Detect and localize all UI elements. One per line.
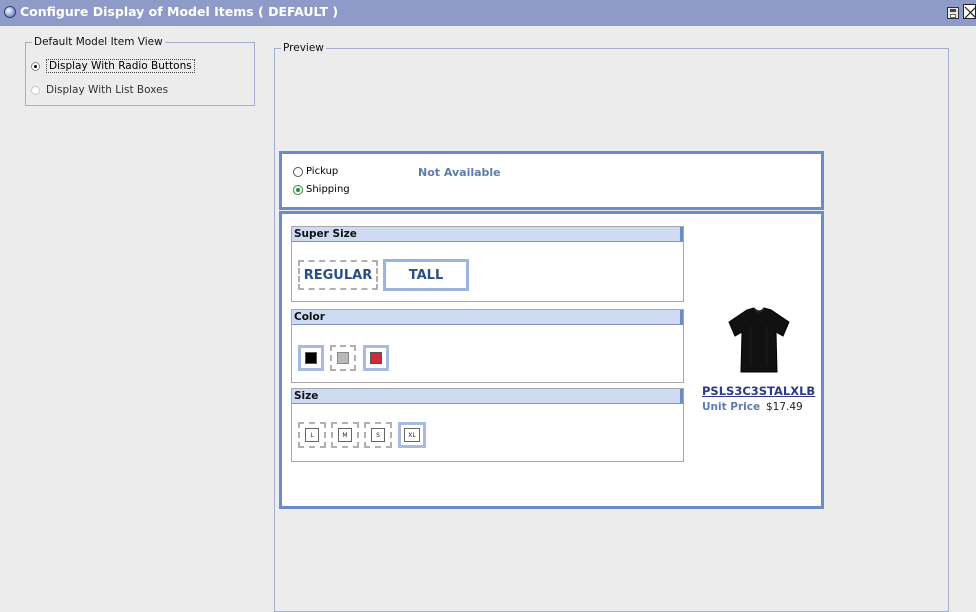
default-model-item-view-legend: Default Model Item View	[34, 36, 163, 48]
size-option-xl-label: XL	[404, 428, 420, 442]
super-size-section: Super Size REGULAR TALL	[291, 226, 684, 302]
color-section: Color	[291, 309, 684, 383]
product-sku-link[interactable]: PSLS3C3STALXLB	[702, 384, 815, 398]
color-swatch-black[interactable]	[298, 345, 324, 371]
preview-legend: Preview	[283, 42, 324, 54]
radio-unselected-icon[interactable]	[31, 85, 40, 95]
black-tshirt-image	[728, 307, 790, 373]
radio-selected-icon[interactable]	[293, 184, 303, 195]
color-swatch-gray[interactable]	[330, 345, 356, 371]
title-bar: Configure Display of Model Items ( DEFAU…	[0, 0, 976, 26]
unit-price-label: Unit Price	[702, 401, 761, 413]
model-item-preview-panel: Super Size REGULAR TALL Color Size L M S…	[279, 211, 824, 509]
color-swatch-red[interactable]	[363, 345, 389, 371]
pickup-option[interactable]: Pickup	[293, 166, 338, 177]
size-option-xl[interactable]: XL	[398, 422, 426, 448]
size-option-tall-button[interactable]: TALL	[383, 259, 469, 291]
radio-unselected-icon[interactable]	[293, 166, 303, 177]
size-option-regular-button[interactable]: REGULAR	[298, 260, 378, 290]
super-size-header: Super Size	[292, 227, 683, 242]
display-radio-buttons-option[interactable]: Display With Radio Buttons	[31, 59, 195, 73]
display-list-boxes-option[interactable]: Display With List Boxes	[31, 84, 168, 96]
size-option-s-label: S	[371, 428, 385, 442]
shipping-option[interactable]: Shipping	[293, 184, 350, 195]
save-icon[interactable]	[947, 7, 959, 19]
size-option-l[interactable]: L	[298, 422, 326, 448]
display-radio-buttons-label: Display With Radio Buttons	[46, 59, 195, 73]
size-option-m-label: M	[338, 428, 352, 442]
size-header: Size	[292, 389, 683, 404]
shipping-label: Shipping	[306, 184, 350, 195]
size-option-s[interactable]: S	[364, 422, 392, 448]
globe-icon	[4, 6, 16, 18]
display-list-boxes-label: Display With List Boxes	[46, 84, 169, 96]
size-section: Size L M S XL	[291, 388, 684, 462]
unit-price-value: $17.49	[766, 401, 803, 413]
size-option-l-label: L	[305, 428, 319, 442]
close-icon[interactable]	[963, 4, 976, 19]
availability-status: Not Available	[418, 166, 501, 179]
size-option-m[interactable]: M	[331, 422, 359, 448]
delivery-method-panel: Pickup Shipping Not Available	[279, 151, 824, 210]
color-header: Color	[292, 310, 683, 325]
pickup-label: Pickup	[306, 166, 339, 177]
window-title: Configure Display of Model Items ( DEFAU…	[20, 4, 339, 19]
radio-selected-icon[interactable]	[31, 61, 40, 71]
